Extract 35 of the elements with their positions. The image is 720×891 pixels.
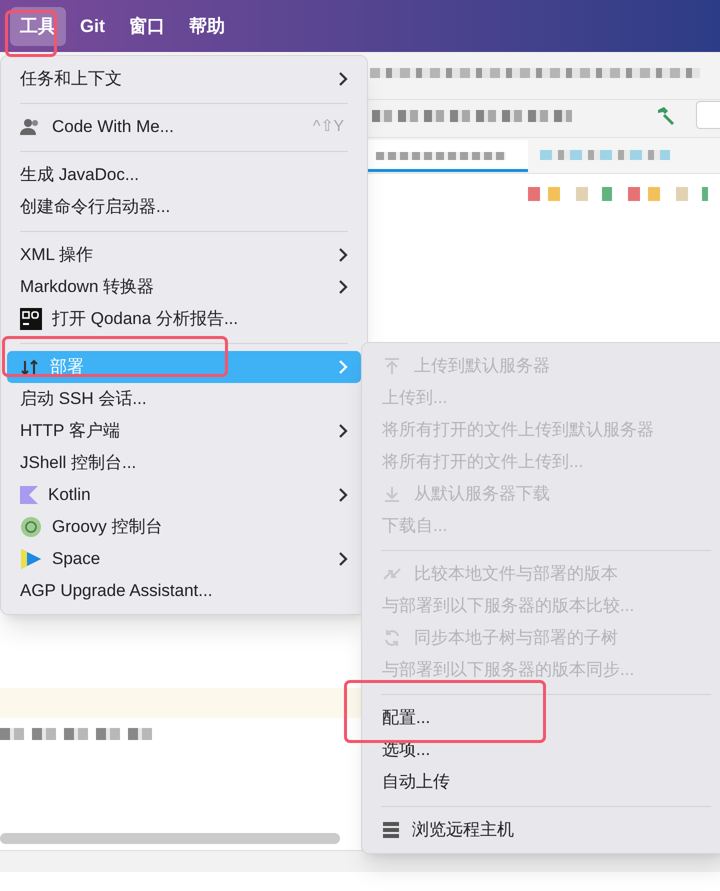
editor-tab[interactable] [368, 140, 528, 172]
menu-item[interactable]: AGP Upgrade Assistant... [7, 575, 361, 607]
groovy-logo-icon [20, 516, 42, 538]
run-config-dropdown[interactable] [696, 101, 720, 129]
menu-bar-item[interactable]: 工具 [10, 6, 66, 46]
menu-item[interactable]: Kotlin [7, 479, 361, 511]
menu-item[interactable]: 配置... [362, 702, 720, 734]
menu-item[interactable]: Groovy 控制台 [7, 511, 361, 543]
menu-item[interactable]: 自动上传 [362, 766, 720, 798]
sync-icon [382, 628, 402, 648]
menu-item[interactable]: JShell 控制台... [7, 447, 361, 479]
up-down-arrows-icon [20, 358, 40, 376]
download-icon [382, 484, 402, 504]
menu-item[interactable]: 打开 Qodana 分析报告... [7, 303, 361, 335]
menu-item[interactable]: XML 操作 [7, 239, 361, 271]
scrollbar[interactable] [0, 833, 340, 844]
kotlin-logo-icon [20, 486, 38, 504]
qodana-logo-icon [20, 308, 42, 330]
upload-icon [382, 356, 402, 376]
server-icon [382, 821, 400, 839]
menu-item[interactable]: 创建命令行启动器... [7, 191, 361, 223]
menu-item[interactable]: Space [7, 543, 361, 575]
shortcut-hint: ^⇧Y [312, 117, 344, 137]
menu-bar-item[interactable]: Git [70, 6, 115, 46]
menu-item[interactable]: 启动 SSH 会话... [7, 383, 361, 415]
menu-item[interactable]: Code With Me... ^⇧Y [7, 111, 361, 143]
menu-item[interactable]: 浏览远程主机 [362, 814, 720, 846]
annotation-frame [5, 10, 57, 57]
menu-item[interactable]: 任务和上下文 [7, 63, 361, 95]
menu-bar-item[interactable]: 帮助 [179, 6, 235, 46]
space-logo-icon [20, 548, 42, 570]
menu-item[interactable]: HTTP 客户端 [7, 415, 361, 447]
menu-item[interactable]: Markdown 转换器 [7, 271, 361, 303]
menu-item[interactable]: 生成 JavaDoc... [7, 159, 361, 191]
menu-bar-item[interactable]: 窗口 [119, 6, 175, 46]
